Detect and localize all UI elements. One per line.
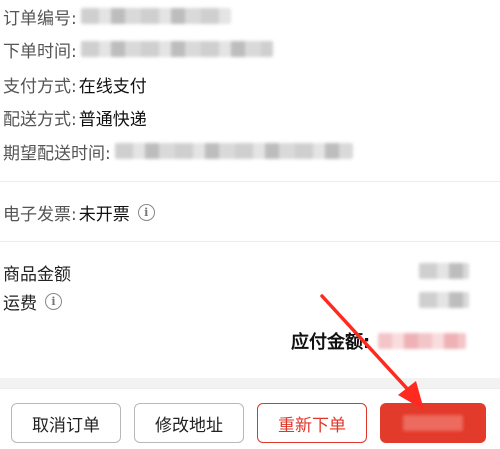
order-detail-page: 订单编号: 下单时间: 支付方式: 在线支付 配送方式: 普通快递 期望配送时间… (0, 0, 500, 449)
goods-amount-redacted (419, 263, 469, 279)
cancel-order-button[interactable]: 取消订单 (11, 403, 121, 443)
expected-delivery-row: 期望配送时间: (3, 138, 353, 164)
invoice-value: 未开票 (78, 204, 130, 225)
shipping-row: 运费 i (3, 288, 62, 314)
cancel-order-label: 取消订单 (32, 415, 100, 436)
modify-address-label: 修改地址 (155, 415, 223, 436)
order-time-label: 下单时间: (3, 41, 77, 62)
reorder-button[interactable]: 重新下单 (257, 403, 367, 443)
goods-amount-label: 商品金额 (3, 264, 71, 285)
reorder-label: 重新下单 (278, 415, 346, 436)
payment-method-value: 在线支付 (78, 76, 147, 97)
order-number-row: 订单编号: (3, 3, 231, 29)
goods-amount-row: 商品金额 (3, 259, 71, 285)
invoice-label: 电子发票: (3, 204, 77, 225)
shipping-info-icon[interactable]: i (45, 292, 62, 310)
order-time-redacted (80, 41, 273, 57)
shipping-redacted (419, 292, 469, 308)
invoice-section: 电子发票: 未开票 i (0, 182, 500, 240)
invoice-row[interactable]: 电子发票: 未开票 i (3, 199, 155, 225)
order-info-section: 订单编号: 下单时间: 支付方式: 在线支付 配送方式: 普通快递 期望配送时间… (0, 0, 500, 180)
order-number-redacted (80, 8, 231, 24)
payment-method-row: 支付方式: 在线支付 (3, 71, 147, 97)
payment-method-label: 支付方式: (3, 76, 77, 97)
payable-amount-redacted (378, 333, 467, 349)
payable-amount-row: 应付金额: (291, 328, 467, 354)
expected-delivery-redacted (114, 143, 353, 159)
amounts-section: 商品金额 运费 i 应付金额: (0, 242, 500, 372)
bottom-bar-border (0, 388, 500, 389)
delivery-method-row: 配送方式: 普通快递 (3, 104, 147, 130)
section-gap (0, 378, 500, 388)
shipping-label: 运费 (3, 293, 37, 314)
order-time-row: 下单时间: (3, 36, 273, 62)
delivery-method-value: 普通快递 (78, 109, 147, 130)
expected-delivery-label: 期望配送时间: (3, 143, 111, 164)
delivery-method-label: 配送方式: (3, 109, 77, 130)
primary-action-button[interactable] (380, 403, 486, 443)
payable-amount-label: 应付金额: (291, 332, 371, 353)
primary-action-redacted (403, 415, 463, 431)
invoice-info-icon[interactable]: i (137, 203, 155, 221)
order-number-label: 订单编号: (3, 8, 77, 29)
modify-address-button[interactable]: 修改地址 (134, 403, 244, 443)
